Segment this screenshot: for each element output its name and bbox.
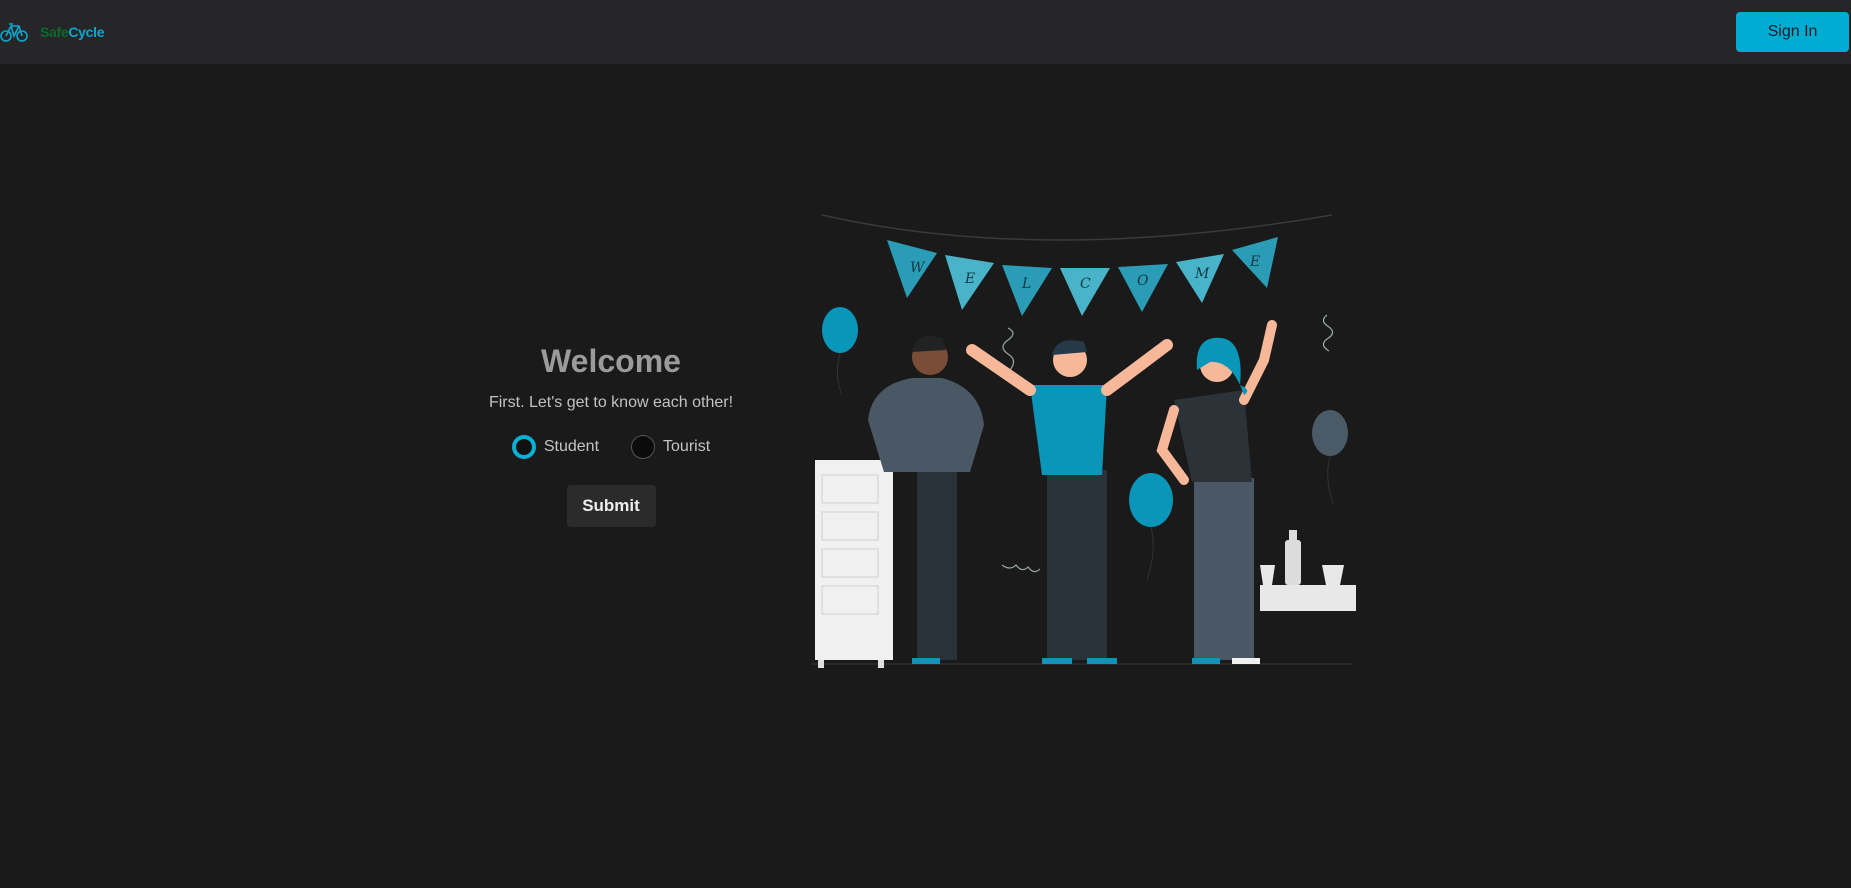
banner-letter: O bbox=[1137, 273, 1149, 289]
welcome-form: Welcome First. Let's get to know each ot… bbox=[450, 335, 772, 527]
role-radio-group: Student Tourist bbox=[450, 435, 772, 459]
balloon bbox=[822, 307, 858, 353]
page-title: Welcome bbox=[541, 343, 681, 379]
radio-tourist-button[interactable] bbox=[631, 435, 656, 459]
side-table bbox=[1260, 530, 1356, 611]
radio-student[interactable]: Student bbox=[511, 435, 600, 459]
logo-text: SafeCycle bbox=[40, 24, 105, 40]
person-right bbox=[1156, 320, 1277, 664]
balloon bbox=[1312, 410, 1348, 456]
banner-string bbox=[821, 214, 1333, 241]
navbar: SafeCycle Sign In bbox=[0, 0, 1851, 64]
radio-student-button[interactable] bbox=[511, 435, 536, 459]
banner-letter: C bbox=[1080, 276, 1091, 292]
banner-letter: E bbox=[964, 271, 975, 287]
banner-letter: L bbox=[1021, 276, 1031, 292]
cabinet bbox=[815, 460, 893, 668]
radio-tourist[interactable]: Tourist bbox=[631, 435, 710, 459]
balloon bbox=[1129, 473, 1173, 527]
welcome-party-illustration: W E L C O M E bbox=[812, 214, 1356, 668]
banner-letter: E bbox=[1249, 254, 1260, 270]
banner-letter: M bbox=[1194, 266, 1210, 282]
radio-student-label: Student bbox=[543, 438, 600, 455]
logo[interactable]: SafeCycle bbox=[0, 18, 105, 46]
banner-letter: W bbox=[910, 260, 926, 276]
welcome-banner: W E L C O M E bbox=[887, 237, 1278, 316]
submit-button[interactable]: Submit bbox=[566, 485, 656, 527]
sign-in-button[interactable]: Sign In bbox=[1736, 12, 1849, 52]
radio-tourist-label: Tourist bbox=[663, 438, 711, 455]
bicycle-icon bbox=[0, 23, 28, 42]
subtitle: First. Let's get to know each other! bbox=[488, 394, 734, 411]
